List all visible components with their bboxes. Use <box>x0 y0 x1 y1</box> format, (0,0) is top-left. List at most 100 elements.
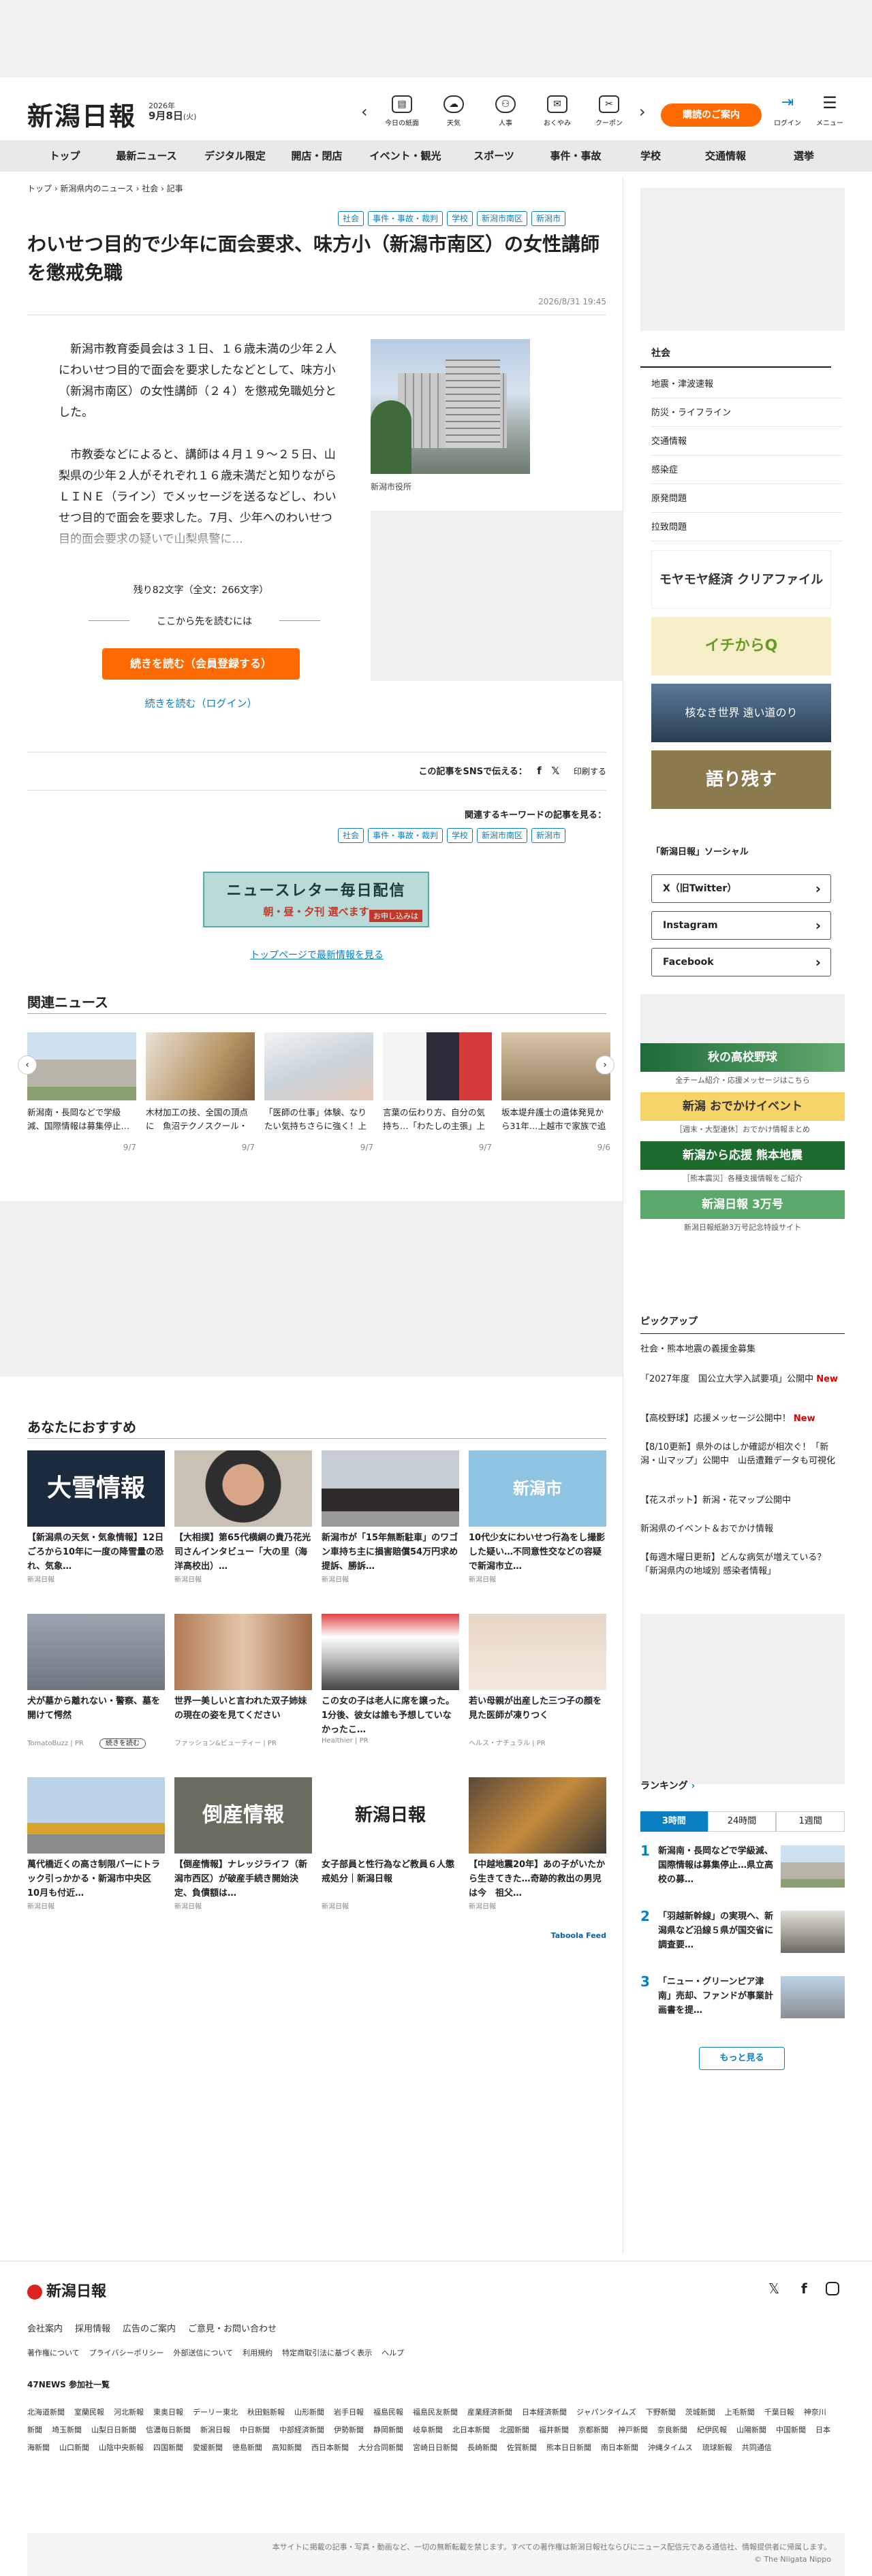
paper-link[interactable]: 千葉日報 <box>764 2408 794 2417</box>
footer-link[interactable]: プライバシーポリシー <box>89 2347 164 2358</box>
paper-link[interactable]: 佐賀新聞 <box>507 2443 537 2452</box>
paper-link[interactable]: 岩手日報 <box>334 2408 364 2417</box>
recommend-card[interactable]: この女の子は老人に席を譲った。 1分後、彼女は誰も予想していなかったこ… Hea… <box>322 1614 459 1745</box>
carousel-prev-icon[interactable]: ‹ <box>18 1055 37 1075</box>
pickup-item[interactable]: 新潟県のイベント＆おでかけ情報 <box>640 1523 838 1536</box>
paper-link[interactable]: 室蘭民報 <box>74 2408 104 2417</box>
recommend-card[interactable]: 倒産情報 【倒産情報】ナレッジライフ（新潟市西区）が破産手続き開始決定、負債額は… <box>174 1777 312 1911</box>
paper-link[interactable]: 熊本日日新聞 <box>546 2443 591 2452</box>
facebook-icon[interactable]: f <box>801 2280 807 2297</box>
tab-3hours[interactable]: 3時間 <box>640 1811 708 1832</box>
personnel-link[interactable]: ⚇ 人事 <box>485 95 526 127</box>
gnav-latest[interactable]: 最新ニュース <box>102 140 191 172</box>
recommend-card[interactable]: 新潟市 10代少女にわいせつ行為をし撮影した疑い…不同意性交などの容疑で新潟市立… <box>469 1450 606 1584</box>
facebook-icon[interactable]: f <box>537 765 542 777</box>
footer-link[interactable]: 著作権について <box>27 2347 80 2358</box>
pickup-item[interactable]: 「2027年度 国公立大学入試要項」公開中 New <box>640 1373 838 1386</box>
gnav-incidents[interactable]: 事件・事故 <box>531 140 620 172</box>
print-link[interactable]: 印刷する <box>574 767 606 776</box>
banner-30000[interactable]: 新潟日報 3万号 <box>640 1190 845 1219</box>
paper-link[interactable]: 岐阜新聞 <box>413 2426 443 2434</box>
social-x-button[interactable]: X（旧Twitter） <box>651 874 831 903</box>
banner-nuclear[interactable]: 核なき世界 遠い道のり <box>651 684 831 742</box>
footer-link[interactable]: 採用情報 <box>75 2321 110 2334</box>
paper-link[interactable]: 南日本新聞 <box>601 2443 638 2452</box>
pickup-item[interactable]: 【花スポット】新潟・花マップ公開中 <box>640 1494 838 1508</box>
gnav-traffic[interactable]: 交通情報 <box>681 140 770 172</box>
paper-link[interactable]: 京都新聞 <box>578 2426 608 2434</box>
paper-link[interactable]: 北國新聞 <box>499 2426 529 2434</box>
subscribe-button[interactable]: 購読のご案内 <box>661 104 762 127</box>
weather-link[interactable]: ☁ 天気 <box>433 95 474 127</box>
gnav-digital[interactable]: デジタル限定 <box>191 140 279 172</box>
instagram-icon[interactable] <box>826 2282 839 2295</box>
coupon-link[interactable]: ✂ クーポン <box>589 95 629 127</box>
paper-link[interactable]: 山陽新聞 <box>736 2426 766 2434</box>
recommend-card[interactable]: 新潟市が「15年無断駐車」のワゴン車持ち主に損害賠償54万円求め提訴、勝訴… 新… <box>322 1450 459 1584</box>
paper-link[interactable]: 秋田魁新報 <box>247 2408 285 2417</box>
read-more-badge[interactable]: 続きを読む <box>99 1738 146 1749</box>
social-facebook-button[interactable]: Facebook <box>651 948 831 976</box>
tag-link[interactable]: 社会 <box>338 211 364 226</box>
top-page-link[interactable]: トップページで最新情報を見る <box>218 948 416 961</box>
recommend-card[interactable]: 萬代橋近くの高さ制限バーにトラック引っかかる・新潟市中央区 10月も付近… 新潟… <box>27 1777 165 1911</box>
paper-link[interactable]: 埼玉新聞 <box>52 2426 82 2434</box>
paper-link[interactable]: 神戸新聞 <box>618 2426 648 2434</box>
paper-link[interactable]: 西日本新聞 <box>311 2443 349 2452</box>
tag-link[interactable]: 社会 <box>338 828 364 843</box>
tag-link[interactable]: 新潟市南区 <box>477 211 528 226</box>
category-item[interactable]: 防災・ライフライン <box>651 399 842 427</box>
paper-link[interactable]: 中部経済新聞 <box>279 2426 324 2434</box>
tag-link[interactable]: 新潟市 <box>531 211 566 226</box>
footer-logo[interactable]: 新潟日報 <box>27 2279 106 2301</box>
gnav-events[interactable]: イベント・観光 <box>354 140 456 172</box>
recommend-card[interactable]: 【中越地震20年】あの子がいたから生きてきた…奇跡的救出の男児は今 祖父… 新潟… <box>469 1777 606 1911</box>
related-card[interactable]: 「医師の仕事」体験、なりたい気持ちさらに強く！上越市・県立中… 9/7 <box>264 1032 373 1152</box>
read-more-register-button[interactable]: 続きを読む（会員登録する） <box>102 648 300 680</box>
paper-link[interactable]: 信濃毎日新聞 <box>146 2426 191 2434</box>
banner-events[interactable]: 新潟 おでかけイベント <box>640 1092 845 1121</box>
paper-link[interactable]: 奈良新聞 <box>657 2426 687 2434</box>
paper-link[interactable]: 長崎新聞 <box>467 2443 497 2452</box>
footer-link[interactable]: ヘルプ <box>382 2347 404 2358</box>
ranking-item[interactable]: 2 「羽越新幹線」の実現へ、新潟県など沿線５県が国交省に調査要… <box>640 1908 845 1962</box>
footer-link[interactable]: 利用規約 <box>243 2347 272 2358</box>
tab-24hours[interactable]: 24時間 <box>707 1811 777 1832</box>
tag-link[interactable]: 新潟市 <box>531 828 566 843</box>
paper-link[interactable]: 静岡新聞 <box>373 2426 403 2434</box>
paper-link[interactable]: 中国新聞 <box>776 2426 806 2434</box>
paper-link[interactable]: 東奥日報 <box>153 2408 183 2417</box>
related-card[interactable]: 言葉の伝わり方、自分の気持ち…「わたしの主張」上越・糸魚川地… 9/7 <box>383 1032 492 1152</box>
paper-link[interactable]: 沖縄タイムス <box>648 2443 693 2452</box>
site-logo[interactable]: 新潟日報 <box>27 95 136 133</box>
recommend-card[interactable]: 若い母親が出産した三つ子の顔を見た医師が凍りつく ヘルス・ナチュラル | PR <box>469 1614 606 1747</box>
read-more-login-link[interactable]: 続きを読む（ログイン） <box>102 696 300 710</box>
tab-1week[interactable]: 1週間 <box>776 1811 845 1832</box>
recommend-card[interactable]: 【大相撲】第65代横綱の貴乃花光司さんインタビュー「大の里（海洋高校出）… 新潟… <box>174 1450 312 1584</box>
paper-link[interactable]: 福島民友新聞 <box>413 2408 458 2417</box>
gnav-election[interactable]: 選挙 <box>770 140 838 172</box>
paper-link[interactable]: 下野新聞 <box>646 2408 676 2417</box>
paper-link[interactable]: 山形新聞 <box>294 2408 324 2417</box>
recommend-card[interactable]: 世界一美しいと言われた双子姉妹の現在の姿を見てください ファッション&ビューティ… <box>174 1614 312 1747</box>
tag-link[interactable]: 事件・事故・裁判 <box>368 211 443 226</box>
paper-link[interactable]: 愛媛新聞 <box>193 2443 223 2452</box>
paper-link[interactable]: 新潟日報 <box>200 2426 230 2434</box>
related-card[interactable]: 新潟南・長岡などで学級減、国際情報は募集停止…県立高校の募集… 9/7 <box>27 1032 136 1152</box>
category-item[interactable]: 原発問題 <box>651 485 842 513</box>
gnav-school[interactable]: 学校 <box>620 140 681 172</box>
footer-link[interactable]: 会社案内 <box>27 2321 63 2334</box>
paper-link[interactable]: 宮崎日日新聞 <box>413 2443 458 2452</box>
ranking-more-button[interactable]: もっと見る <box>699 2047 785 2070</box>
paper-link[interactable]: 大分合同新聞 <box>358 2443 403 2452</box>
social-instagram-button[interactable]: Instagram <box>651 911 831 940</box>
banner-baseball[interactable]: 秋の高校野球 <box>640 1043 845 1072</box>
banner-ichikara[interactable]: イチからQ <box>651 617 831 675</box>
paper-link[interactable]: 中日新聞 <box>240 2426 270 2434</box>
gnav-shops[interactable]: 開店・閉店 <box>279 140 354 172</box>
obituary-link[interactable]: ✉ おくやみ <box>537 95 578 127</box>
category-item[interactable]: 拉致問題 <box>651 513 842 541</box>
footer-link[interactable]: ご意見・お問い合わせ <box>188 2321 277 2334</box>
paper-link[interactable]: デーリー東北 <box>193 2408 238 2417</box>
banner-kumamoto[interactable]: 新潟から応援 熊本地震 <box>640 1141 845 1170</box>
